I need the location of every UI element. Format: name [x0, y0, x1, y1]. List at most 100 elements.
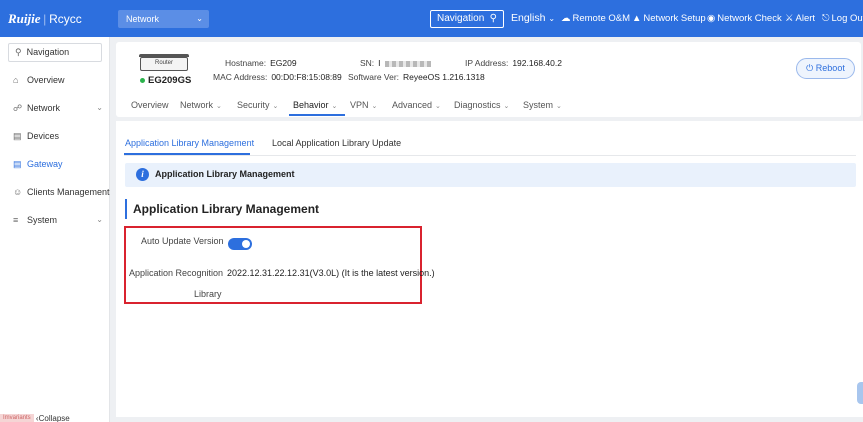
sn-label: SN: — [360, 58, 375, 68]
network-check-link[interactable]: ◉ Network Check — [707, 13, 782, 24]
chevron-down-icon: ⌄ — [96, 103, 103, 112]
chevron-down-icon: ⌄ — [331, 103, 338, 110]
sn-field: SN: I — [360, 58, 431, 68]
tab-vpn[interactable]: VPN ⌄ — [350, 100, 377, 110]
software-field: Software Ver: ReyeeOS 1.216.1318 — [348, 72, 485, 82]
logo-separator: | — [43, 11, 47, 26]
remote-om-link[interactable]: ☁ Remote O&M — [561, 13, 630, 24]
tab-label: Security — [237, 100, 270, 110]
search-icon: ⚲ — [489, 13, 497, 24]
network-select-value: Network — [126, 14, 160, 24]
mac-field: MAC Address: 00:D0:F8:15:08:89 — [213, 72, 342, 82]
alert-link[interactable]: ⚔ Alert — [785, 13, 815, 24]
software-label: Software Ver: — [348, 72, 400, 82]
mac-label: MAC Address: — [213, 72, 268, 82]
tab-diagnostics[interactable]: Diagnostics ⌄ — [454, 100, 509, 110]
collapse-label: Collapse — [38, 414, 70, 422]
tab-label: Overview — [131, 100, 169, 110]
router-icon: Router — [139, 54, 189, 71]
sidebar-item-label: Overview — [27, 75, 65, 85]
redacted-sn — [384, 60, 431, 67]
logout-link[interactable]: ⎋ Log Out — [822, 13, 863, 24]
sidebar-item-clients[interactable]: ☺ Clients Management — [13, 187, 110, 197]
collapse-badge: Imvariants — [0, 414, 34, 422]
sidebar-item-gateway[interactable]: ▤ Gateway — [13, 159, 103, 170]
logout-label: Log Out — [831, 13, 863, 24]
navigation-button-label: Navigation — [437, 13, 485, 24]
devices-icon: ▤ — [13, 131, 22, 141]
tab-network[interactable]: Network ⌄ — [180, 100, 222, 110]
ip-label: IP Address: — [465, 58, 509, 68]
section-title: Application Library Management — [125, 199, 319, 219]
mac-value: 00:D0:F8:15:08:89 — [271, 72, 342, 82]
home-icon: ⌂ — [13, 75, 19, 85]
sidebar-search-label: Navigation — [26, 47, 70, 57]
tab-label: VPN — [350, 100, 369, 110]
tab-label: System — [523, 100, 554, 110]
hostname-value: EG209 — [270, 58, 297, 68]
chevron-down-icon: ⌄ — [548, 14, 556, 23]
online-status-icon — [140, 77, 145, 83]
network-select[interactable]: Network ⌄ — [118, 10, 209, 28]
tab-label: Network — [180, 100, 214, 110]
logout-icon: ⎋ — [822, 13, 830, 24]
subtab-divider — [124, 155, 856, 156]
sidebar-item-overview[interactable]: ⌂ Overview — [13, 75, 103, 85]
reboot-label: Reboot — [815, 63, 845, 73]
tab-system[interactable]: System ⌄ — [523, 100, 562, 110]
content-panel: Application Library Management Local App… — [116, 121, 863, 417]
info-banner-text: Application Library Management — [155, 169, 295, 179]
network-setup-link[interactable]: ▲ Network Setup — [632, 13, 706, 24]
hostname-field: Hostname: EG209 — [225, 58, 297, 68]
navigation-button[interactable]: Navigation ⚲ — [430, 10, 504, 28]
floating-help-handle[interactable] — [857, 382, 863, 404]
sidebar-item-network[interactable]: ☍ Network ⌄ — [13, 103, 103, 114]
collapse-sidebar-button[interactable]: Imvariants ‹Collapse — [0, 414, 110, 422]
sidebar-item-system[interactable]: ≡ System ⌄ — [13, 215, 103, 225]
hostname-label: Hostname: — [225, 58, 267, 68]
sidebar-search[interactable]: ⚲ Navigation — [8, 43, 102, 62]
sn-value: I — [378, 58, 381, 68]
router-label: Router — [154, 60, 173, 66]
setup-icon: ▲ — [632, 13, 642, 24]
sidebar-item-label: Clients Management — [27, 187, 110, 197]
tab-advanced[interactable]: Advanced ⌄ — [392, 100, 441, 110]
sidebar-item-label: Gateway — [27, 159, 63, 169]
chevron-down-icon: ⌄ — [216, 103, 222, 110]
sidebar: ⚲ Navigation ⌂ Overview ☍ Network ⌄ ▤ Device… — [0, 37, 110, 422]
info-banner: i Application Library Management — [125, 163, 856, 187]
sliders-icon: ≡ — [13, 215, 19, 225]
sidebar-item-devices[interactable]: ▤ Devices — [13, 131, 103, 142]
tab-overview[interactable]: Overview — [131, 100, 169, 110]
language-select[interactable]: English ⌄ — [511, 12, 555, 24]
alert-label: Alert — [795, 13, 816, 24]
reboot-button[interactable]: ⏻ Reboot — [796, 58, 855, 79]
device-model: EG209GS — [140, 75, 191, 86]
recognition-label: Application Recognition — [129, 268, 224, 278]
subtab-label: Application Library Management — [125, 138, 255, 148]
auto-update-toggle[interactable] — [228, 238, 252, 250]
tab-label: Diagnostics — [454, 100, 501, 110]
chevron-down-icon: ⌄ — [435, 103, 441, 110]
top-bar: Ruijie | Rcycc Network ⌄ Navigation ⚲ Engl… — [0, 0, 863, 37]
subtab-local-library-update[interactable]: Local Application Library Update — [272, 138, 401, 148]
device-model-label: EG209GS — [148, 75, 192, 86]
logo-brand: Ruijie — [8, 11, 41, 26]
subtab-app-library-management[interactable]: Application Library Management — [125, 138, 254, 148]
info-icon: i — [136, 168, 149, 181]
chevron-down-icon: ⌄ — [556, 103, 562, 110]
tab-behavior[interactable]: Behavior ⌄ — [293, 100, 337, 110]
user-icon: ☺ — [13, 187, 23, 197]
check-icon: ◉ — [707, 13, 716, 24]
search-icon: ⚲ — [15, 47, 22, 57]
subtab-label: Local Application Library Update — [272, 138, 402, 148]
network-check-label: Network Check — [717, 13, 782, 24]
chevron-down-icon: ⌄ — [272, 103, 279, 110]
tab-security[interactable]: Security ⌄ — [237, 100, 278, 110]
recognition-version-value: 2022.12.31.22.12.31(V3.0L) (It is the la… — [227, 268, 435, 278]
highlight-box: Auto Update Version Application Recognit… — [124, 226, 435, 304]
logo-brand-secondary: Rcycc — [49, 12, 82, 26]
active-tab-indicator — [289, 114, 345, 116]
remote-om-label: Remote O&M — [572, 13, 631, 24]
main-tabs: Overview Network ⌄ Security ⌄ Behavior ⌄ VP… — [116, 98, 861, 117]
